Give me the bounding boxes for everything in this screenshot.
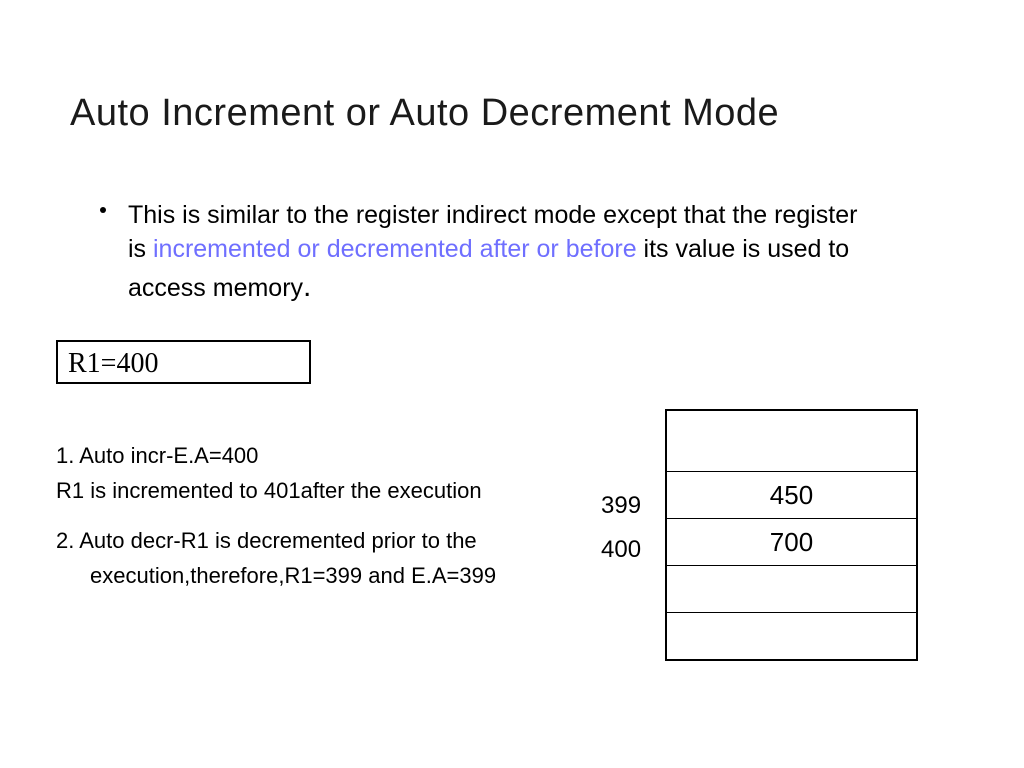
bullet-text-highlight: incremented or decremented after or befo… (153, 235, 637, 263)
bullet-text: This is similar to the register indirect… (128, 199, 880, 307)
table-row (666, 566, 917, 613)
memory-cell-4 (666, 613, 917, 661)
memory-table: 450 700 (665, 409, 918, 661)
table-row: 450 (666, 472, 917, 519)
bullet-period: . (303, 270, 311, 303)
register-value-box: R1=400 (56, 340, 311, 384)
table-row (666, 613, 917, 661)
memory-cell-0 (666, 410, 917, 472)
note-1b: R1 is incremented to 401after the execut… (56, 477, 586, 506)
table-row (666, 410, 917, 472)
note-1a: 1. Auto incr-E.A=400 (56, 442, 586, 471)
memory-cell-1: 450 (666, 472, 917, 519)
memory-address-400: 400 (601, 536, 641, 564)
bullet-item: This is similar to the register indirect… (100, 199, 880, 307)
memory-cell-2: 700 (666, 519, 917, 566)
memory-address-399: 399 (601, 492, 641, 520)
notes-block: 1. Auto incr-E.A=400 R1 is incremented t… (56, 442, 586, 596)
table-row: 700 (666, 519, 917, 566)
note-2a: 2. Auto decr-R1 is decremented prior to … (56, 527, 586, 556)
memory-cell-3 (666, 566, 917, 613)
note-2b: execution,therefore,R1=399 and E.A=399 (56, 562, 586, 591)
bullet-dot-icon (100, 207, 106, 213)
slide-title: Auto Increment or Auto Decrement Mode (70, 92, 779, 135)
